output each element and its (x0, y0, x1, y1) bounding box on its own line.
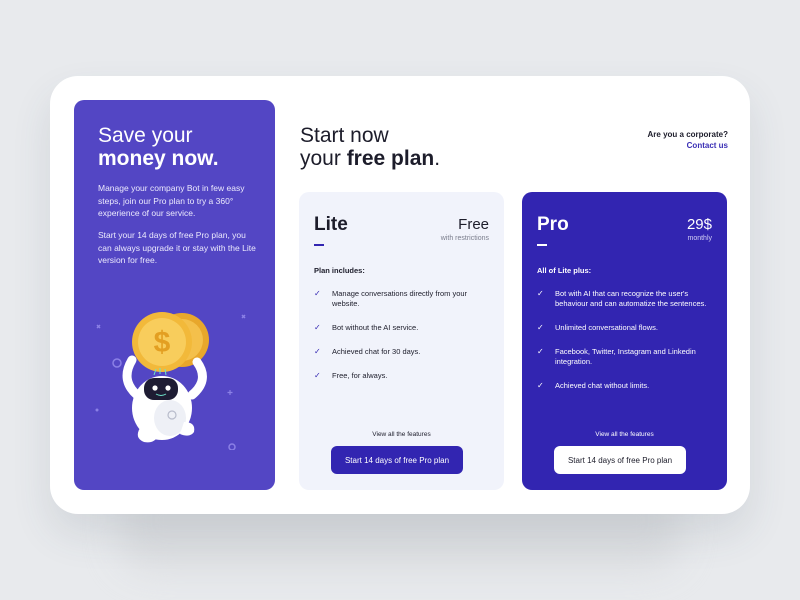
check-icon: ✓ (537, 347, 544, 356)
list-item: ✓ Unlimited conversational flows. (537, 323, 717, 333)
title-line-2-suffix: . (434, 147, 441, 170)
list-item: ✓ Facebook, Twitter, Instagram and Linked… (537, 347, 717, 367)
promo-panel: Save your money now. Manage your company… (74, 100, 275, 490)
list-item: ✓ Achieved chat without limits. (537, 381, 717, 391)
list-item: ✓ Achieved chat for 30 days. (314, 347, 494, 357)
divider-dash (537, 244, 547, 246)
feature-text: Bot without the AI service. (332, 323, 419, 332)
feature-text: Facebook, Twitter, Instagram and Linkedi… (555, 347, 696, 366)
svg-text:$: $ (154, 326, 171, 359)
plan-price-note: monthly (687, 235, 712, 242)
start-pro-trial-button[interactable]: Start 14 days of free Pro plan (331, 446, 463, 474)
check-icon: ✓ (314, 323, 321, 332)
feature-list: ✓ Manage conversations directly from your… (314, 289, 494, 395)
list-item: ✓ Manage conversations directly from your… (314, 289, 494, 309)
promo-title: Save your money now. (98, 124, 219, 170)
title-line-2-prefix: your (300, 147, 347, 170)
start-pro-trial-button[interactable]: Start 14 days of free Pro plan (554, 446, 686, 474)
plan-includes-label: All of Lite plus: (537, 266, 592, 275)
corporate-contact: Are you a corporate? Contact us (648, 129, 728, 151)
view-all-features-link[interactable]: View all the features (522, 431, 727, 438)
promo-title-light: Save your (98, 124, 193, 147)
list-item: ✓ Free, for always. (314, 371, 494, 381)
view-all-features-link[interactable]: View all the features (299, 431, 504, 438)
feature-text: Unlimited conversational flows. (555, 323, 658, 332)
check-icon: ✓ (314, 289, 321, 298)
title-line-1: Start now (300, 124, 389, 147)
divider-dash (314, 244, 324, 246)
plan-price: Free (458, 216, 489, 233)
page-title: Start now your free plan. (300, 124, 440, 170)
check-icon: ✓ (537, 323, 544, 332)
check-icon: ✓ (314, 347, 321, 356)
contact-us-link[interactable]: Contact us (648, 140, 728, 151)
plan-price: 29$ (686, 216, 712, 233)
feature-text: Bot with AI that can recognize the user'… (555, 289, 707, 308)
plan-name: Pro (537, 214, 569, 235)
feature-text: Achieved chat without limits. (555, 381, 650, 390)
pricing-card: Save your money now. Manage your company… (50, 76, 750, 514)
title-line-2: your free plan. (300, 147, 440, 170)
feature-text: Free, for always. (332, 371, 388, 380)
check-icon: ✓ (537, 381, 544, 390)
title-line-2-bold: free plan (346, 147, 435, 170)
corporate-question: Are you a corporate? (647, 130, 728, 139)
promo-paragraph-1: Manage your company Bot in few easy step… (98, 183, 245, 218)
feature-text: Manage conversations directly from your … (332, 289, 468, 308)
list-item: ✓ Bot with AI that can recognize the user… (537, 289, 717, 309)
list-item: ✓ Bot without the AI service. (314, 323, 494, 333)
promo-paragraph-2: Start your 14 days of free Pro plan, you… (98, 230, 256, 265)
promo-title-bold: money now. (98, 147, 219, 170)
plan-price-note: with restrictions (440, 235, 489, 242)
robot-coins-illustration: $ (95, 312, 246, 450)
check-icon: ✓ (537, 289, 544, 298)
check-icon: ✓ (314, 371, 321, 380)
plan-includes-label: Plan includes: (314, 266, 365, 275)
feature-list: ✓ Bot with AI that can recognize the user… (537, 289, 717, 405)
plan-name: Lite (314, 214, 348, 235)
plan-card-lite: Lite Free with restrictions Plan include… (299, 192, 504, 490)
plan-card-pro: Pro 29$ monthly All of Lite plus: ✓ Bot w… (522, 192, 727, 490)
feature-text: Achieved chat for 30 days. (332, 347, 421, 356)
